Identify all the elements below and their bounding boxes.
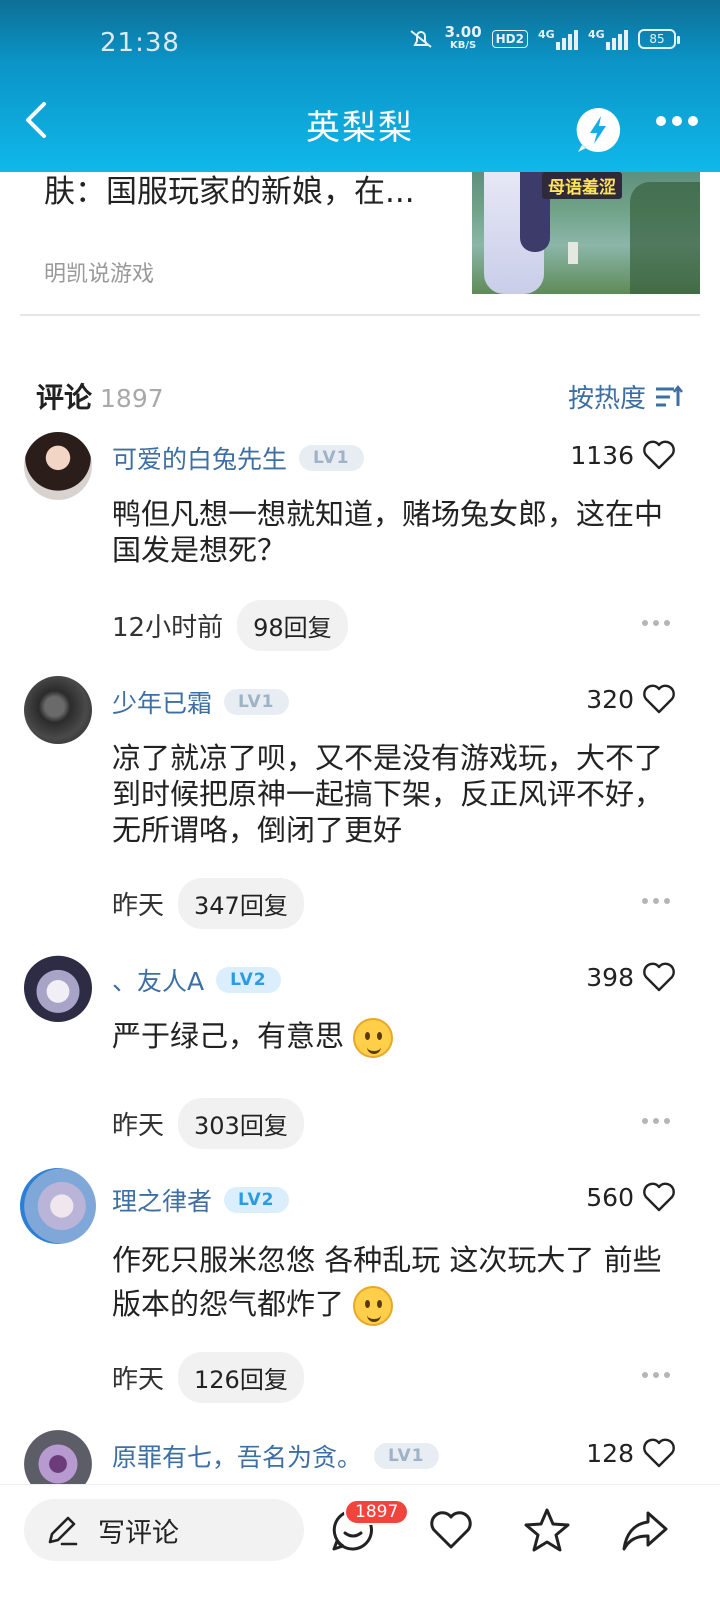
- comment-item[interactable]: 理之律者 LV2 560 作死只服米忽悠 各种乱玩 这次玩大了 前些版本的怨气都…: [0, 1168, 720, 1414]
- comment-more-icon[interactable]: [642, 898, 670, 904]
- thumbnail-caption: 母语羞涩: [542, 172, 622, 199]
- level-badge: LV1: [299, 445, 364, 471]
- thinking-emoji-icon: [353, 1018, 394, 1058]
- bolt-bubble-icon[interactable]: [574, 106, 622, 154]
- like-count: 398: [586, 962, 634, 992]
- hd-voice-badge: HD2: [491, 30, 528, 48]
- article-title[interactable]: 肤：国服玩家的新娘，在...: [44, 172, 415, 212]
- more-icon[interactable]: [656, 116, 698, 126]
- level-badge: LV1: [224, 689, 289, 715]
- like-count: 1136: [570, 440, 634, 470]
- level-badge: LV2: [216, 967, 281, 993]
- comment-more-icon[interactable]: [642, 1372, 670, 1378]
- comment-meta: 昨天 126回复: [112, 1352, 304, 1403]
- sort-label: 按热度: [567, 384, 646, 414]
- avatar[interactable]: [24, 954, 92, 1022]
- like-count: 560: [586, 1182, 634, 1212]
- sort-icon: [656, 384, 683, 406]
- sort-button[interactable]: 按热度: [568, 378, 684, 415]
- heart-icon: [643, 962, 675, 992]
- heart-icon[interactable]: [426, 1505, 476, 1555]
- comment-username[interactable]: 少年已霜: [112, 684, 212, 720]
- level-badge: LV1: [374, 1443, 439, 1469]
- comment-meta: 昨天 347回复: [112, 878, 304, 929]
- comment-more-icon[interactable]: [642, 620, 670, 626]
- article-source: 明凯说游戏: [44, 262, 155, 287]
- comment-item[interactable]: 少年已霜 LV1 320 凉了就凉了呗，又不是没有游戏玩，大不了到时候把原神一起…: [0, 676, 720, 936]
- like-count: 128: [586, 1438, 634, 1468]
- reply-count-button[interactable]: 347回复: [178, 878, 304, 929]
- comment-username[interactable]: 原罪有七，吾名为贪。: [112, 1438, 362, 1474]
- worried-emoji-icon: [353, 1286, 394, 1326]
- comment-username[interactable]: 理之律者: [112, 1182, 212, 1218]
- star-icon[interactable]: [522, 1505, 572, 1555]
- comment-time: 昨天: [112, 1111, 165, 1141]
- signal-sim2-icon: 4G: [588, 28, 628, 50]
- share-icon[interactable]: [620, 1505, 670, 1555]
- level-badge: LV2: [224, 1187, 289, 1213]
- article-thumbnail[interactable]: 母语羞涩: [472, 172, 700, 294]
- comment-meta: 12小时前 98回复: [112, 600, 348, 651]
- heart-icon: [643, 1182, 675, 1212]
- comment-username[interactable]: 可爱的白兔先生: [112, 440, 287, 476]
- reply-count-button[interactable]: 98回复: [237, 600, 348, 651]
- status-icons: 3.00 KB/S HD2 4G 4G 85: [407, 23, 680, 52]
- comment-username[interactable]: 、友人A: [112, 962, 204, 998]
- divider: [20, 314, 700, 316]
- comment-item[interactable]: 原罪有七，吾名为贪。 LV1 128: [0, 1430, 720, 1484]
- article-preview[interactable]: 肤：国服玩家的新娘，在... 明凯说游戏 母语羞涩: [0, 172, 720, 314]
- comment-text: 鸭但凡想一想就知道，赌场兔女郎，这在中国发是想死？: [112, 497, 664, 567]
- pencil-icon: [48, 1516, 78, 1546]
- like-button[interactable]: 320: [586, 684, 676, 714]
- battery-icon: 85: [638, 29, 680, 49]
- network-speed: 3.00 KB/S: [444, 23, 482, 52]
- comment-count-badge: 1897: [344, 1499, 410, 1525]
- nav-bar: 英梨梨: [0, 72, 720, 172]
- comment-text: 凉了就凉了呗，又不是没有游戏玩，大不了到时候把原神一起搞下架，反正风评不好，无所…: [112, 741, 664, 847]
- app-header: 21:38 3.00 KB/S HD2 4G 4G 85 英梨梨: [0, 0, 720, 172]
- avatar[interactable]: [24, 676, 92, 744]
- like-button[interactable]: 1136: [570, 440, 676, 470]
- write-comment-label: 写评论: [98, 1517, 179, 1549]
- mute-bell-icon: [410, 30, 432, 48]
- bottom-action-bar: 写评论 1897: [0, 1484, 720, 1600]
- comment-text: 严于绿己，有意思: [112, 1018, 672, 1058]
- avatar[interactable]: [24, 1430, 92, 1484]
- status-bar: 21:38 3.00 KB/S HD2 4G 4G 85: [0, 0, 720, 72]
- comment-item[interactable]: 可爱的白兔先生 LV1 1136 鸭但凡想一想就知道，赌场兔女郎，这在中国发是想…: [0, 432, 720, 652]
- comment-time: 昨天: [112, 1365, 165, 1395]
- avatar[interactable]: [20, 1168, 96, 1244]
- heart-icon: [643, 440, 675, 470]
- signal-sim1-icon: 4G: [538, 28, 578, 50]
- heart-icon: [643, 684, 675, 714]
- comments-count: 1897: [100, 384, 164, 413]
- comment-time: 昨天: [112, 891, 165, 921]
- comments-header: 评论 1897 按热度: [36, 376, 684, 416]
- comment-time: 12小时前: [112, 613, 224, 643]
- like-button[interactable]: 398: [586, 962, 676, 992]
- reply-count-button[interactable]: 126回复: [178, 1352, 304, 1403]
- like-button[interactable]: 128: [586, 1438, 676, 1468]
- comment-text: 作死只服米忽悠 各种乱玩 这次玩大了 前些版本的怨气都炸了: [112, 1238, 672, 1326]
- reply-count-button[interactable]: 303回复: [178, 1098, 304, 1149]
- write-comment-button[interactable]: 写评论: [24, 1499, 304, 1561]
- status-time: 21:38: [100, 28, 180, 58]
- like-button[interactable]: 560: [586, 1182, 676, 1212]
- comment-item[interactable]: 、友人A LV2 398 严于绿己，有意思 昨天 303回复: [0, 954, 720, 1154]
- comment-more-icon[interactable]: [642, 1118, 670, 1124]
- avatar[interactable]: [24, 432, 92, 500]
- comments-label: 评论: [36, 381, 93, 414]
- like-count: 320: [586, 684, 634, 714]
- heart-icon: [643, 1438, 675, 1468]
- comment-meta: 昨天 303回复: [112, 1098, 304, 1149]
